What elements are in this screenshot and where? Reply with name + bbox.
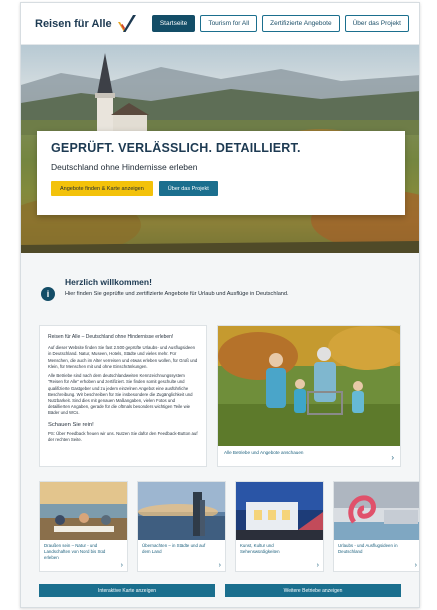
- intro-row: Reisen für Alle – Deutschland ohne Hinde…: [21, 325, 419, 467]
- card-outdoor-caption: Draußen sein – Natur - und Landschaften …: [44, 543, 106, 560]
- chevron-right-icon: ›: [316, 562, 319, 569]
- intro-paragraph-1: Auf dieser Website finden Sie fast 2.500…: [48, 345, 198, 369]
- hero-banner: GEPRÜFT. VERLÄSSLICH. DETAILLIERT. Deuts…: [21, 45, 419, 253]
- feature-card[interactable]: Alle Betriebe und Angebote anschauen ›: [217, 325, 401, 467]
- interactive-map-button[interactable]: Interaktive Karte anzeigen: [39, 584, 215, 597]
- welcome-text: Hier finden Sie geprüfte und zertifizier…: [65, 291, 289, 297]
- card-ideas[interactable]: Urlaubs - und Ausflugsideen in Deutschla…: [333, 481, 419, 572]
- card-culture-caption: Kunst, Kultur und Sehenswürdigkeiten: [240, 543, 280, 554]
- hero-title: GEPRÜFT. VERLÄSSLICH. DETAILLIERT.: [51, 141, 301, 155]
- about-project-button[interactable]: Über das Projekt: [158, 181, 218, 196]
- category-cards: Draußen sein – Natur - und Landschaften …: [21, 467, 419, 572]
- chevron-right-icon: ›: [218, 562, 221, 569]
- logo-text: Reisen für Alle: [35, 17, 112, 30]
- card-overnight[interactable]: Übernachten – in Städte und auf dem Land…: [137, 481, 226, 572]
- card-overnight-caption: Übernachten – in Städte und auf dem Land: [142, 543, 206, 554]
- tower-sunset-photo: [138, 482, 225, 540]
- intro-paragraph-2: Alle Betriebe sind nach dem deutschlandw…: [48, 373, 193, 416]
- family-walk-photo: [218, 326, 400, 446]
- chevron-right-icon: ›: [414, 562, 417, 569]
- nav-ueber-das-projekt[interactable]: Über das Projekt: [344, 15, 409, 32]
- nav-tourism-for-all[interactable]: Tourism for All: [200, 15, 258, 32]
- hero-actions: Angebote finden & Karte anzeigen Über da…: [51, 181, 391, 196]
- page-frame: Reisen für Alle Startseite Tourism for A…: [20, 2, 420, 608]
- feature-caption: Alle Betriebe und Angebote anschauen: [224, 450, 304, 455]
- welcome-title: Herzlich willkommen!: [65, 277, 152, 287]
- nav-startseite[interactable]: Startseite: [151, 15, 196, 32]
- card-ideas-caption: Urlaubs - und Ausflugsideen in Deutschla…: [338, 543, 398, 554]
- info-icon: i: [41, 287, 55, 301]
- hero-card: GEPRÜFT. VERLÄSSLICH. DETAILLIERT. Deuts…: [37, 131, 405, 215]
- intro-ps: PS: Über Feedback freuen wir uns. Nutzen…: [48, 431, 198, 443]
- chevron-right-icon: ›: [120, 562, 123, 569]
- bottom-actions: Interaktive Karte anzeigen Weitere Betri…: [21, 572, 419, 597]
- site-logo[interactable]: Reisen für Alle: [35, 13, 138, 35]
- intro-text-card: Reisen für Alle – Deutschland ohne Hinde…: [39, 325, 207, 467]
- sculpture-pool-photo: [334, 482, 419, 540]
- intro-callout: Schauen Sie rein!: [48, 421, 94, 428]
- intro-heading: Reisen für Alle – Deutschland ohne Hinde…: [48, 334, 174, 340]
- more-businesses-button[interactable]: Weitere Betriebe anzeigen: [225, 584, 401, 597]
- lakeside-dining-photo: [40, 482, 127, 540]
- main-nav: Startseite Tourism for All Zertifizierte…: [151, 15, 409, 32]
- museum-night-photo: [236, 482, 323, 540]
- nav-zertifizierte-angebote[interactable]: Zertifizierte Angebote: [262, 15, 340, 32]
- site-header: Reisen für Alle Startseite Tourism for A…: [21, 3, 419, 45]
- card-outdoor[interactable]: Draußen sein – Natur - und Landschaften …: [39, 481, 128, 572]
- find-offers-map-button[interactable]: Angebote finden & Karte anzeigen: [51, 181, 153, 196]
- welcome-section: i Herzlich willkommen! Hier finden Sie g…: [21, 253, 419, 325]
- card-culture[interactable]: Kunst, Kultur und Sehenswürdigkeiten ›: [235, 481, 324, 572]
- chevron-right-icon: ›: [391, 453, 394, 462]
- checkmark-logo-icon: [117, 14, 136, 32]
- hero-subtitle: Deutschland ohne Hindernisse erleben: [51, 162, 198, 172]
